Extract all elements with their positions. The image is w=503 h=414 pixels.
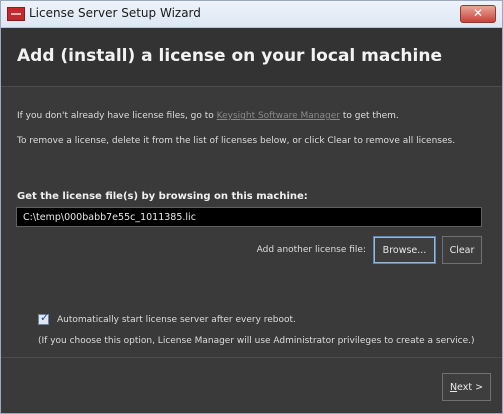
info-line-suffix: to get them. <box>339 111 399 121</box>
next-button[interactable]: Next > <box>442 373 491 401</box>
keysight-app-icon <box>7 7 25 21</box>
license-file-field[interactable]: C:\temp\000babb7e55c_1011385.lic <box>16 207 482 227</box>
info-line-license-files: If you don't already have license files,… <box>17 111 399 121</box>
clear-button[interactable]: Clear <box>442 236 482 264</box>
admin-privileges-note: (If you choose this option, License Mana… <box>38 336 475 346</box>
footer-divider <box>1 357 502 358</box>
browse-section-label: Get the license file(s) by browsing on t… <box>17 191 308 202</box>
title-bar[interactable]: License Server Setup Wizard ✕ <box>1 1 502 28</box>
autostart-checkbox[interactable]: ✓ <box>38 311 50 325</box>
keysight-software-manager-link[interactable]: Keysight Software Manager <box>217 111 340 121</box>
checkmark-icon: ✓ <box>40 311 50 324</box>
wizard-window: License Server Setup Wizard ✕ Add (insta… <box>0 0 503 414</box>
window-title: License Server Setup Wizard <box>29 6 201 20</box>
close-button[interactable]: ✕ <box>460 5 496 23</box>
autostart-label[interactable]: Automatically start license server after… <box>57 315 296 325</box>
info-line-remove-license: To remove a license, delete it from the … <box>17 136 456 146</box>
browse-button[interactable]: Browse... <box>373 236 436 264</box>
next-mnemonic: N <box>449 382 458 393</box>
next-label: ext > <box>457 382 484 393</box>
wizard-header: Add (install) a license on your local ma… <box>1 28 502 87</box>
info-line-prefix: If you don't already have license files,… <box>17 111 217 121</box>
add-another-license-label: Add another license file: <box>256 245 366 255</box>
page-title: Add (install) a license on your local ma… <box>17 46 442 66</box>
